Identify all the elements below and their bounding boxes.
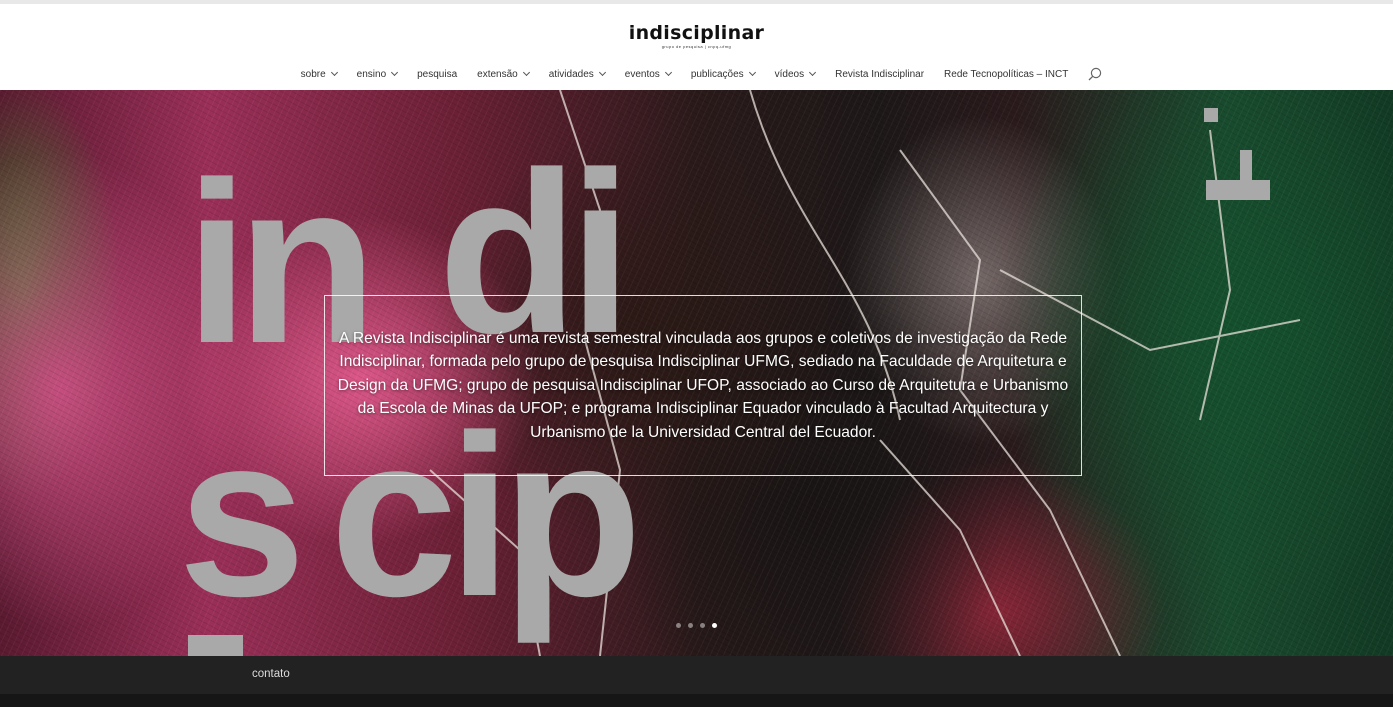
nav-item-pesquisa[interactable]: pesquisa — [417, 69, 457, 80]
site-header: indisciplinar grupo de pesquisa | cnpq-u… — [0, 4, 1393, 90]
nav-item-label: ensino — [356, 68, 387, 80]
hero-letter-fragment-2 — [1204, 108, 1218, 122]
nav-item-sobre[interactable]: sobre — [300, 68, 338, 80]
search-icon[interactable] — [1088, 67, 1102, 81]
slider-dot-1[interactable] — [676, 623, 681, 628]
chevron-down-icon — [391, 68, 399, 76]
slider-pagination — [676, 623, 717, 631]
nav-item-publica-es[interactable]: publicações — [690, 68, 756, 80]
chevron-down-icon — [809, 68, 817, 76]
slider-dot-4[interactable] — [712, 623, 717, 628]
nav-item-label: extensão — [477, 68, 518, 80]
slider-dot-2[interactable] — [688, 623, 693, 628]
logo-wordmark[interactable]: indisciplinar — [629, 23, 764, 43]
nav-item-label: sobre — [300, 68, 326, 80]
hero-letter-fragment-3 — [1206, 180, 1270, 200]
chevron-down-icon — [748, 68, 756, 76]
chevron-down-icon — [664, 68, 672, 76]
nav-item-v-deos[interactable]: vídeos — [774, 68, 817, 80]
footer-bottom-bar — [0, 694, 1393, 707]
nav-item-label: publicações — [690, 68, 744, 80]
nav-item-revista-indisciplinar[interactable]: Revista Indisciplinar — [835, 69, 924, 80]
nav-item-label: eventos — [624, 68, 660, 80]
chevron-down-icon — [330, 68, 338, 76]
hero-caption-text: A Revista Indisciplinar é uma revista se… — [337, 329, 1069, 441]
nav-item-label: Rede Tecnopolíticas – INCT — [944, 68, 1069, 80]
main-navigation: sobre ensino pesquisa extensão atividades eve… — [0, 67, 1393, 81]
site-logo[interactable]: indisciplinar grupo de pesquisa | cnpq-u… — [0, 23, 1393, 49]
footer-navigation: contato — [0, 656, 1393, 694]
nav-item-atividades[interactable]: atividades — [548, 68, 606, 80]
nav-item-eventos[interactable]: eventos — [624, 68, 672, 80]
hero-caption-box: A Revista Indisciplinar é uma revista se… — [324, 295, 1082, 476]
footer-link-contato[interactable]: contato — [252, 668, 290, 680]
nav-item-ensino[interactable]: ensino — [356, 68, 399, 80]
hero-slider: in di s cip A Revista Indisciplinar é um… — [0, 90, 1393, 656]
slider-dot-3[interactable] — [700, 623, 705, 628]
hero-letter-fragment-4 — [1240, 150, 1252, 190]
nav-item-extens-o[interactable]: extensão — [477, 68, 530, 80]
hero-letters-s: s — [178, 387, 306, 644]
nav-item-label: atividades — [548, 68, 594, 80]
nav-item-label: Revista Indisciplinar — [835, 68, 925, 80]
nav-item-rede-tecnopol-ticas-inct[interactable]: Rede Tecnopolíticas – INCT — [944, 69, 1068, 80]
logo-tagline: grupo de pesquisa | cnpq-ufmg — [661, 44, 732, 49]
nav-item-label: vídeos — [774, 68, 805, 80]
chevron-down-icon — [598, 68, 606, 76]
hero-letter-fragment — [188, 635, 243, 656]
chevron-down-icon — [522, 68, 530, 76]
nav-item-label: pesquisa — [417, 68, 458, 80]
